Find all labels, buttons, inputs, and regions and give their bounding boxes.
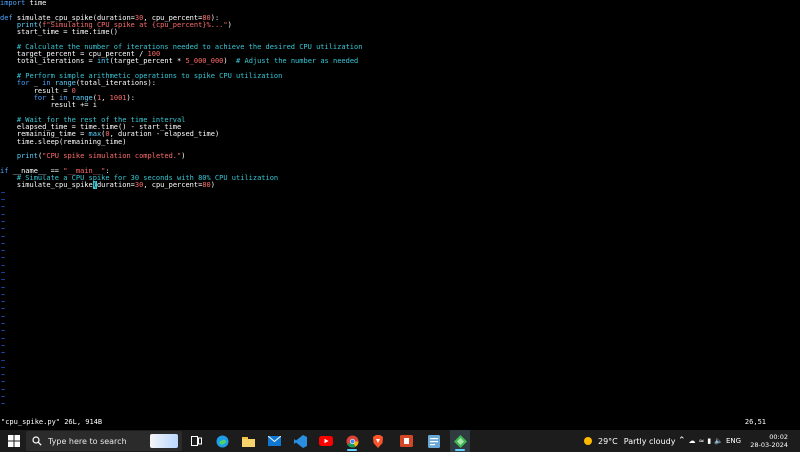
- network-icon[interactable]: ☁: [689, 437, 696, 445]
- code-line[interactable]: total_iterations = int(target_percent * …: [0, 58, 800, 66]
- taskbar-search-box[interactable]: Type here to search: [26, 431, 182, 451]
- code-line[interactable]: time.sleep(remaining_time): [0, 138, 800, 146]
- code-line[interactable]: start_time = time.time(): [0, 28, 800, 36]
- mail-app[interactable]: [264, 430, 284, 452]
- empty-line-tilde: ~: [1, 385, 6, 394]
- search-icon: [32, 436, 42, 446]
- chrome-icon: [346, 435, 358, 448]
- task-view-button[interactable]: [186, 430, 206, 452]
- code-line[interactable]: simulate_cpu_spike(duration=30, cpu_perc…: [0, 181, 800, 190]
- code-line[interactable]: import time: [0, 0, 800, 7]
- empty-line-tilde: ~: [1, 217, 6, 226]
- folder-icon: [241, 436, 255, 447]
- empty-line-tilde: ~: [1, 290, 6, 299]
- empty-line-tilde: ~: [1, 298, 6, 307]
- text-cursor: (: [92, 181, 97, 190]
- powerpoint-app[interactable]: [396, 430, 416, 452]
- start-button[interactable]: [4, 430, 24, 452]
- search-placeholder: Type here to search: [48, 436, 127, 446]
- empty-line-tilde: ~: [1, 225, 6, 234]
- empty-line-tilde: ~: [1, 239, 6, 248]
- windows-logo-icon: [8, 435, 20, 447]
- weather-widget[interactable]: 29°C Partly cloudy: [582, 430, 675, 452]
- code-line[interactable]: print(f"Simulating CPU spike at {cpu_per…: [0, 21, 800, 29]
- empty-line-tilde: ~: [1, 261, 6, 270]
- weather-temperature: 29°C: [598, 436, 618, 446]
- vim-editor[interactable]: import time def simulate_cpu_spike(durat…: [0, 0, 800, 416]
- code-line[interactable]: for _ in range(total_iterations):: [0, 79, 800, 87]
- language-indicator[interactable]: ENG: [726, 437, 741, 445]
- empty-line-tilde: ~: [1, 283, 6, 292]
- windows-taskbar: Type here to search 29°C Partly cloudy ⌃…: [0, 430, 800, 452]
- clock-date: 28-03-2024: [750, 441, 788, 449]
- empty-line-tilde: ~: [1, 254, 6, 263]
- empty-line-tilde: ~: [1, 276, 6, 285]
- empty-line-tilde: ~: [1, 341, 6, 350]
- notepad-icon: [428, 434, 440, 448]
- empty-line-tilde: ~: [1, 356, 6, 365]
- empty-line-tilde: ~: [1, 334, 6, 343]
- battery-icon[interactable]: ▮: [707, 437, 711, 445]
- vscode-app[interactable]: [290, 430, 310, 452]
- terminal-icon: [453, 434, 467, 448]
- file-info: "cpu_spike.py" 26L, 914B: [1, 418, 103, 426]
- youtube-icon: [319, 436, 333, 446]
- edge-icon: [216, 435, 228, 447]
- youtube-app[interactable]: [316, 430, 336, 452]
- empty-line-tilde: ~: [1, 363, 6, 372]
- empty-line-tilde: ~: [1, 327, 6, 336]
- brave-app[interactable]: [368, 430, 388, 452]
- search-highlight-icon: [150, 434, 178, 448]
- terminal-app[interactable]: [450, 430, 470, 452]
- weather-description: Partly cloudy: [623, 436, 676, 446]
- volume-icon[interactable]: 🔈: [714, 437, 723, 445]
- code-area[interactable]: import time def simulate_cpu_spike(durat…: [0, 0, 800, 190]
- system-tray: ⌃ ☁ ≈ ▮ 🔈 ENG: [678, 430, 741, 452]
- empty-line-tilde: ~: [1, 320, 6, 329]
- cursor-position: 26,51: [744, 418, 766, 426]
- empty-line-tilde: ~: [1, 400, 6, 409]
- code-line[interactable]: result += i: [0, 101, 800, 109]
- wifi-icon[interactable]: ≈: [699, 437, 705, 445]
- empty-line-tilde: ~: [1, 203, 6, 212]
- empty-line-tilde: ~: [1, 349, 6, 358]
- code-line[interactable]: for i in range(1, 1001):: [0, 94, 800, 102]
- clock-time: 00:02: [769, 433, 788, 441]
- code-line[interactable]: print("CPU spike simulation completed."): [0, 152, 800, 160]
- chrome-app[interactable]: [342, 430, 362, 452]
- empty-line-tilde: ~: [1, 232, 6, 241]
- code-line[interactable]: [0, 161, 800, 168]
- empty-line-tilde: ~: [1, 378, 6, 387]
- system-clock[interactable]: 00:02 28-03-2024: [750, 433, 788, 449]
- task-view-icon: [190, 436, 202, 446]
- weather-sun-icon: [584, 437, 592, 445]
- vim-status-line: "cpu_spike.py" 26L, 914B 26,51: [0, 416, 800, 428]
- empty-line-tilde: ~: [1, 268, 6, 277]
- empty-line-tilde: ~: [1, 312, 6, 321]
- mail-icon: [267, 436, 281, 446]
- empty-line-tilde: ~: [1, 188, 6, 197]
- empty-line-tilde: ~: [1, 210, 6, 219]
- powerpoint-icon: [399, 435, 413, 447]
- empty-line-tilde: ~: [1, 393, 6, 402]
- empty-line-tilde: ~: [1, 305, 6, 314]
- notepad-app[interactable]: [424, 430, 444, 452]
- empty-line-tilde: ~: [1, 247, 6, 256]
- empty-line-markers: ~ ~ ~ ~ ~ ~ ~ ~ ~ ~ ~ ~ ~ ~ ~ ~ ~ ~ ~ ~ ~ ~ ~ ~ ~ ~ ~ ~ ~ ~: [0, 188, 800, 409]
- empty-line-tilde: ~: [1, 196, 6, 205]
- file-explorer-app[interactable]: [238, 430, 258, 452]
- empty-line-tilde: ~: [1, 371, 6, 380]
- chevron-up-icon[interactable]: ⌃: [678, 436, 686, 446]
- vscode-icon: [293, 434, 307, 448]
- edge-app[interactable]: [212, 430, 232, 452]
- brave-icon: [373, 434, 383, 448]
